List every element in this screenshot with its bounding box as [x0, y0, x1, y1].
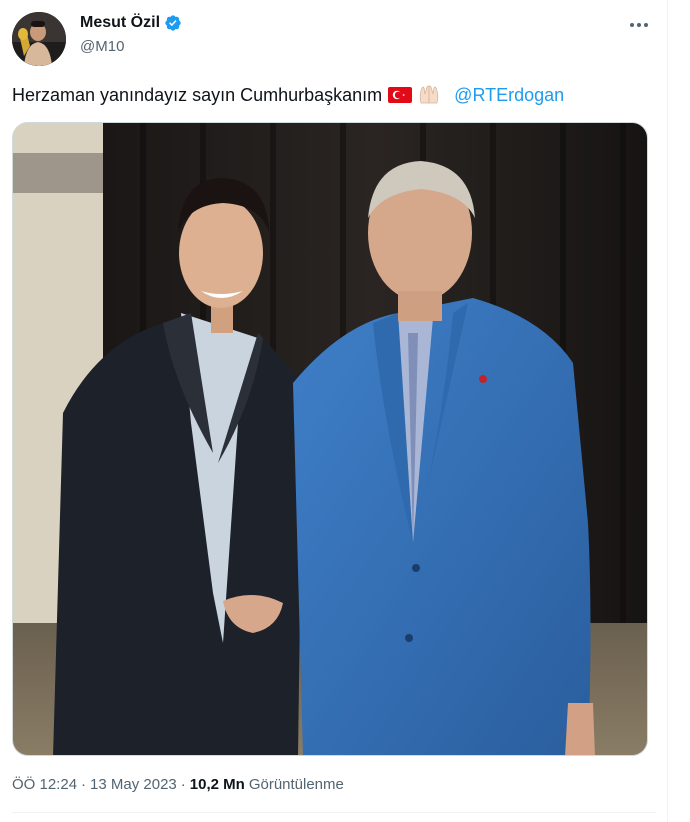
author-handle[interactable]: @M10 [80, 38, 124, 55]
tweet-text: Herzaman yanındayız sayın Cumhurbaşkanım… [12, 84, 564, 106]
author-name-row[interactable]: Mesut Özil [80, 14, 182, 32]
tweet-card: Mesut Özil @M10 Herzaman yanındayız sayı… [0, 0, 668, 822]
tweet-meta: ÖÖ 12:24 · 13 May 2023 · 10,2 Mn Görüntü… [12, 776, 344, 793]
photo-image [13, 123, 647, 755]
tweet-date[interactable]: 13 May 2023 [90, 776, 177, 793]
meta-separator: · [81, 776, 87, 793]
divider [12, 812, 656, 813]
avatar[interactable] [12, 12, 66, 66]
avatar-image [12, 12, 66, 66]
views-count: 10,2 Mn [189, 776, 245, 793]
more-options-button[interactable] [626, 14, 652, 36]
views-label: Görüntülenme [248, 776, 344, 793]
more-horizontal-icon [630, 23, 648, 27]
display-name[interactable]: Mesut Özil [80, 14, 160, 32]
meta-separator: · [180, 776, 186, 793]
turkey-flag-icon [388, 87, 413, 103]
tweet-body: Herzaman yanındayız sayın Cumhurbaşkanım [12, 85, 383, 105]
tweet-time[interactable]: ÖÖ 12:24 [12, 776, 77, 793]
verified-badge-icon [165, 15, 181, 31]
palms-up-together-icon [419, 85, 439, 104]
mention-link[interactable]: @RTErdogan [454, 84, 564, 106]
tweet-photo[interactable] [12, 122, 648, 756]
